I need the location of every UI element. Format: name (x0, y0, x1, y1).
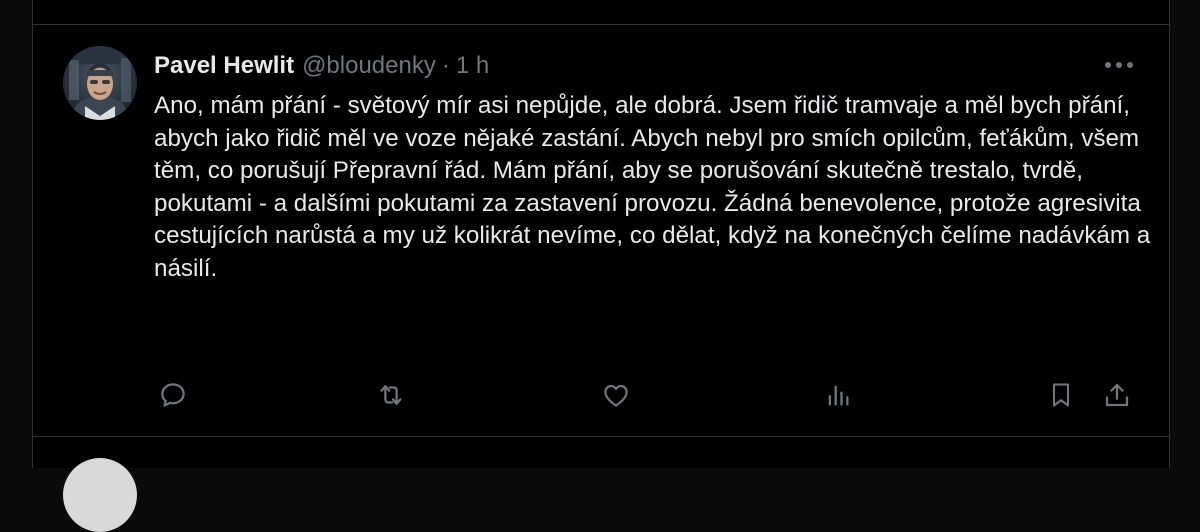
timeline-column: Pavel Hewlit @bloudenky · 1 h Ano, mám p… (32, 0, 1170, 532)
tweet-actions (33, 379, 1169, 411)
repost-button[interactable] (373, 379, 409, 411)
repost-icon (380, 385, 402, 405)
share-icon (1105, 383, 1129, 407)
author-name[interactable]: Pavel Hewlit (154, 52, 294, 80)
header-separator: · (441, 52, 450, 79)
like-button[interactable] (598, 379, 634, 411)
author-avatar[interactable] (63, 46, 137, 120)
post-time[interactable]: 1 h (456, 52, 489, 80)
top-divider (33, 24, 1169, 25)
share-button[interactable] (1099, 379, 1135, 411)
reply-button[interactable] (155, 379, 191, 411)
tweet-text: Ano, mám přání - světový mír asi nepůjde… (154, 92, 1151, 282)
bookmark-icon (1052, 383, 1070, 407)
views-button[interactable] (820, 379, 856, 411)
user-avatar-icon (63, 46, 137, 120)
more-horizontal-icon (1105, 62, 1133, 68)
tweet-header: Pavel Hewlit @bloudenky · 1 h (154, 50, 489, 82)
bookmark-button[interactable] (1043, 379, 1079, 411)
reply-icon (161, 383, 185, 407)
next-tweet-avatar[interactable] (63, 458, 137, 532)
views-icon (828, 385, 849, 406)
heart-icon (604, 384, 628, 407)
bottom-divider (33, 436, 1169, 437)
author-handle[interactable]: @bloudenky (302, 52, 436, 80)
more-options-button[interactable] (1099, 52, 1139, 78)
